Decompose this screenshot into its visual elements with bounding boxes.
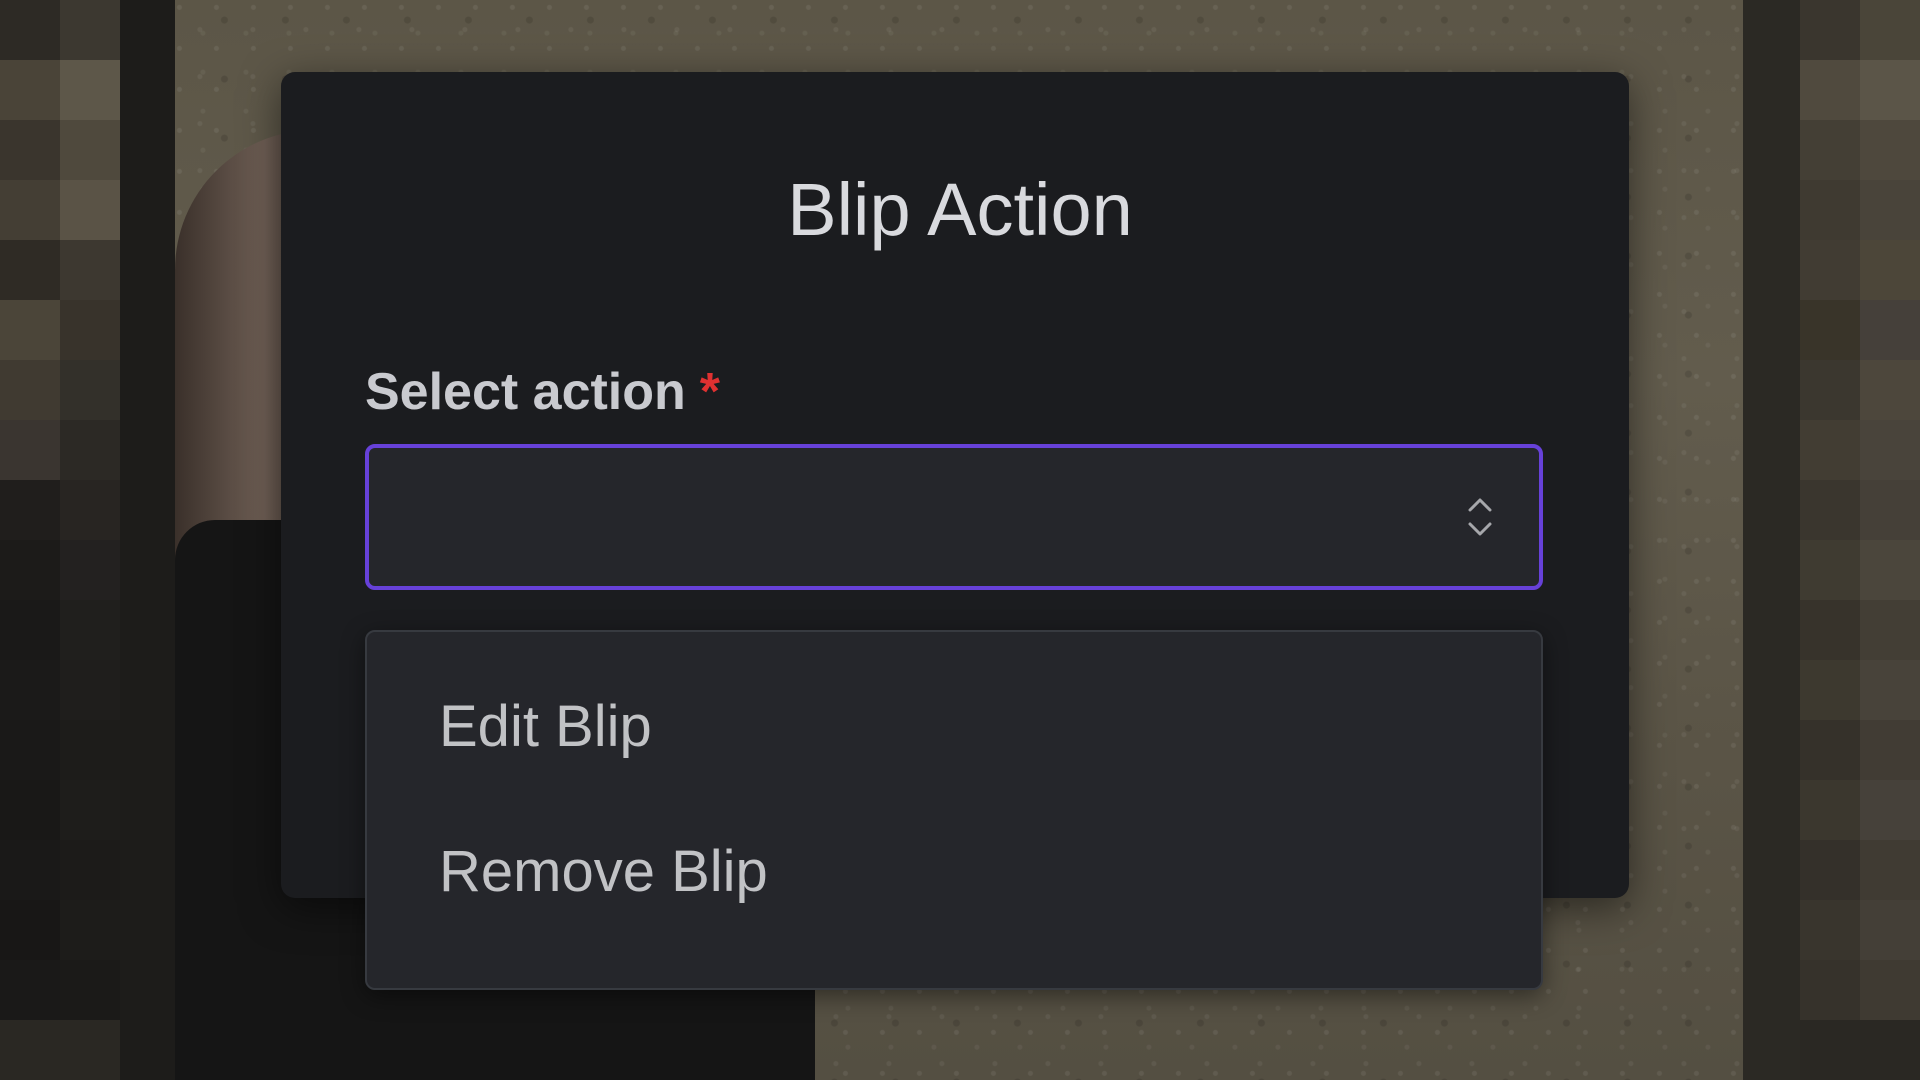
option-edit-blip[interactable]: Edit Blip (367, 662, 1541, 792)
action-dropdown-menu: Edit Blip Remove Blip (365, 630, 1543, 990)
pixelated-edge-right (1800, 0, 1920, 1080)
pixelated-edge-left (0, 0, 120, 1080)
game-screen: Blip Action Select action * Edit Blip Rem… (0, 0, 1920, 1080)
modal-title: Blip Action (787, 168, 1133, 251)
required-asterisk: * (699, 363, 721, 421)
option-remove-blip[interactable]: Remove Blip (367, 792, 1541, 952)
edge-shadow-left (120, 0, 175, 1080)
chevron-up-down-icon (1468, 498, 1492, 536)
select-action-label: Select action * (365, 360, 720, 424)
field-label-text: Select action (365, 363, 686, 421)
edge-shadow-right (1743, 0, 1800, 1080)
action-select[interactable] (365, 444, 1543, 590)
